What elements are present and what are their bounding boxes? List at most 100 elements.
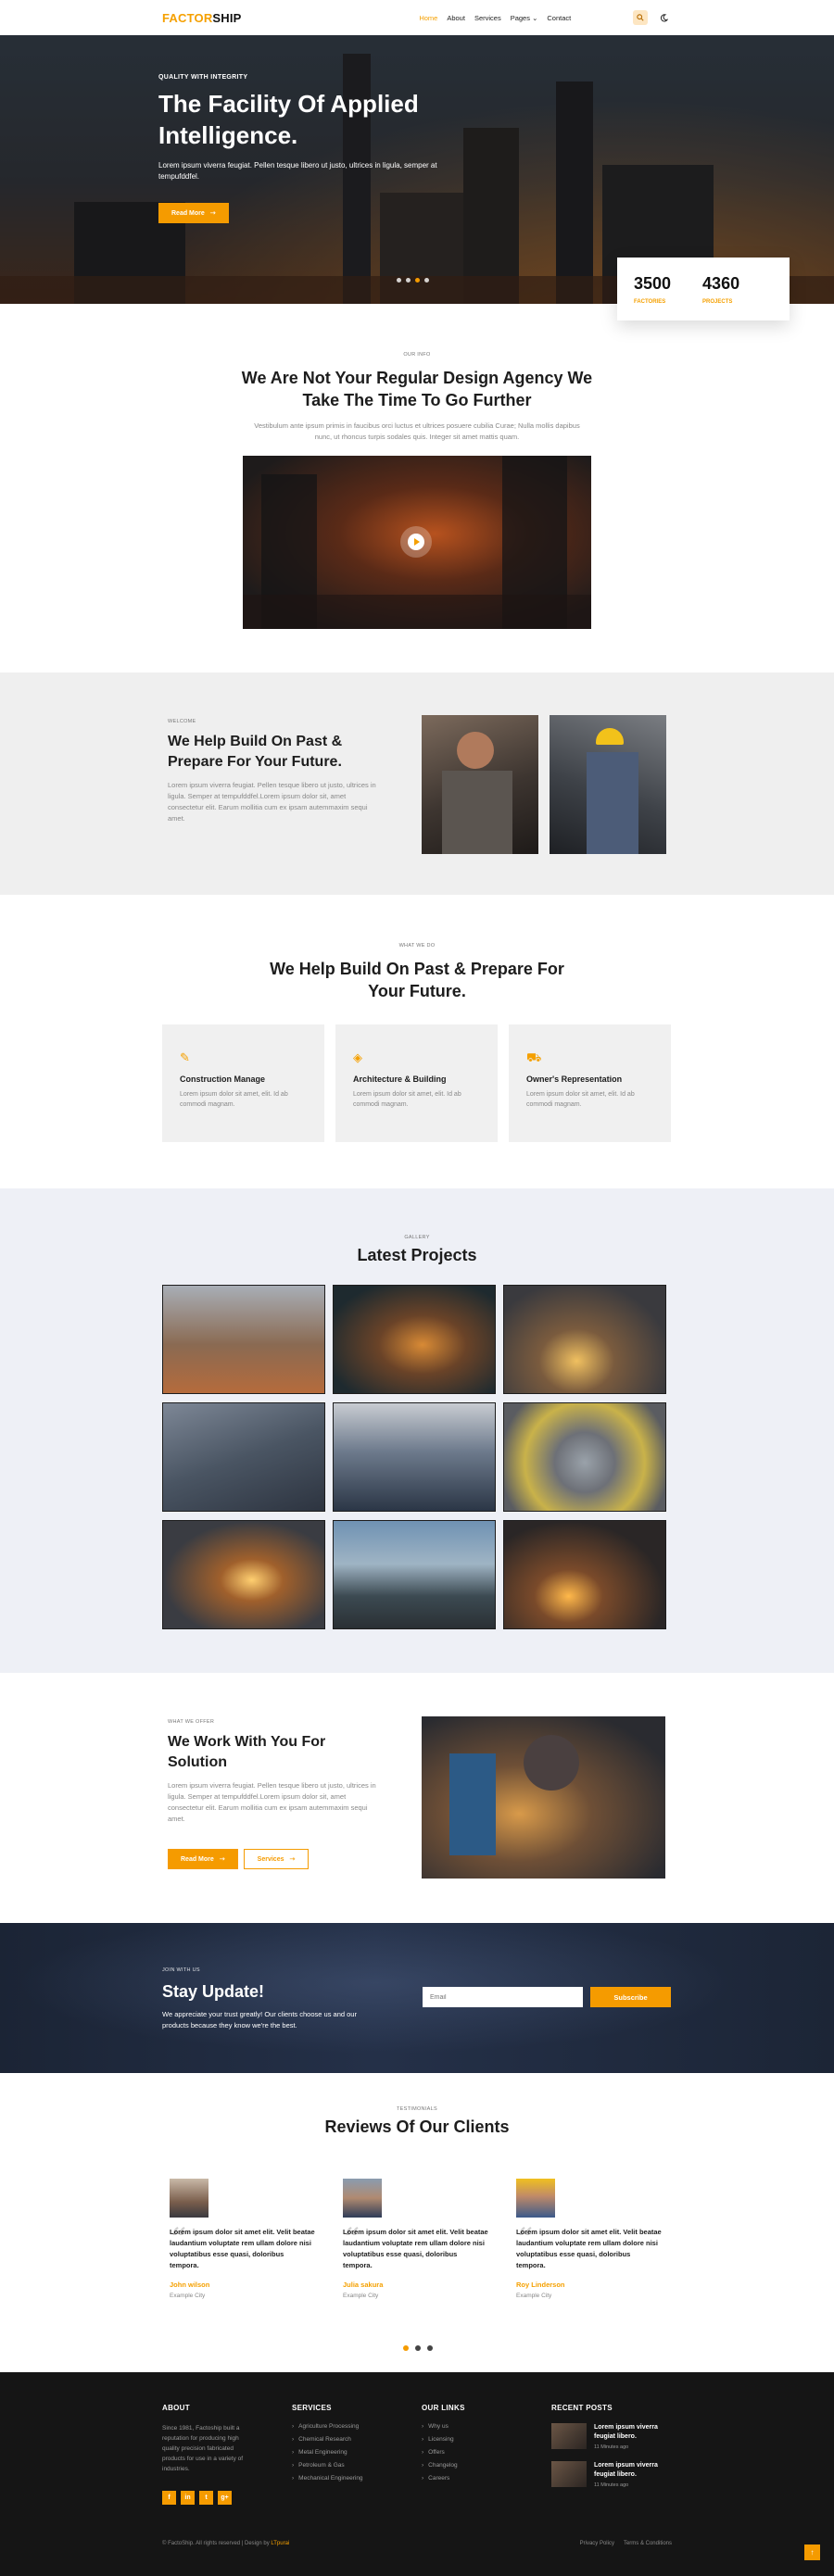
terms-link[interactable]: Terms & Conditions <box>624 2541 672 2546</box>
footer-service-link[interactable]: › Chemical Research <box>292 2436 422 2443</box>
linkedin-icon[interactable]: in <box>181 2491 195 2505</box>
search-button[interactable] <box>632 10 648 25</box>
offer-buttons: Read More ⇾ Services ⇾ <box>168 1849 381 1869</box>
slider-dot[interactable] <box>397 278 401 283</box>
footer-link-label: Changelog <box>428 2462 458 2469</box>
review-dot[interactable] <box>415 2345 421 2351</box>
footer-links-list: › Why us › Licensing › Offers › Changelog › C… <box>422 2423 551 2482</box>
copyright-author-link[interactable]: LTpurai <box>271 2541 289 2546</box>
services-title-line-2: Your Future. <box>368 982 466 1000</box>
gallery-image[interactable] <box>162 1520 325 1629</box>
nav-home[interactable]: Home <box>419 14 437 22</box>
chevron-right-icon: › <box>292 2462 295 2469</box>
reviews-list: “ Lorem ipsum dolor sit amet elit. Velit… <box>170 2179 662 2299</box>
footer-links: OUR LINKS › Why us › Licensing › Offers › Ch… <box>422 2404 551 2505</box>
gallery-image[interactable] <box>333 1285 496 1394</box>
reviews-kicker: TESTIMONIALS <box>397 2106 437 2112</box>
hero-read-more-button[interactable]: Read More ⇾ <box>158 203 229 223</box>
service-card-title: Owner's Representation <box>526 1074 623 1084</box>
hero-read-more-label: Read More <box>171 209 205 217</box>
footer-about-title: ABOUT <box>162 2404 190 2412</box>
twitter-icon[interactable]: t <box>199 2491 213 2505</box>
post-date: 11 Minutes ago <box>594 2444 629 2450</box>
post-title: Lorem ipsum viverra feugiat libero. <box>594 2462 658 2478</box>
privacy-policy-link[interactable]: Privacy Policy <box>580 2541 614 2546</box>
reviews-title: Reviews Of Our Clients <box>324 2117 510 2136</box>
post-thumbnail <box>551 2423 587 2449</box>
review-dot[interactable] <box>427 2345 433 2351</box>
stat-label: PROJECTS <box>702 299 733 305</box>
social-links: f in t g+ <box>162 2491 292 2505</box>
gallery-image[interactable] <box>162 1402 325 1512</box>
subscribe-button[interactable]: Subscribe <box>590 1987 671 2007</box>
newsletter-text: JOIN WITH US Stay Update! We appreciate … <box>162 1967 385 2031</box>
footer-service-link[interactable]: › Metal Engineering <box>292 2449 422 2456</box>
facebook-icon[interactable]: f <box>162 2491 176 2505</box>
welcome-title-line-1: We Help Build On Past & <box>168 734 343 749</box>
google-plus-icon[interactable]: g+ <box>218 2491 232 2505</box>
footer-services-list: › Agriculture Processing › Chemical Resear… <box>292 2423 422 2482</box>
gallery-image[interactable] <box>333 1402 496 1512</box>
recent-post[interactable]: Lorem ipsum viverra feugiat libero. 11 M… <box>551 2423 681 2450</box>
newsletter-title: Stay Update! <box>162 1982 265 2001</box>
gallery-section: GALLERY Latest Projects <box>0 1188 834 1673</box>
reviewer-city: Example City <box>516 2293 552 2299</box>
footer-link[interactable]: › Changelog <box>422 2462 551 2469</box>
service-card[interactable]: ⛟ Owner's Representation Lorem ipsum dol… <box>509 1024 671 1142</box>
footer-columns: ABOUT Since 1981, Factoship built a repu… <box>162 2404 681 2505</box>
footer-bottom: © FactoShip. All rights reserved | Desig… <box>162 2541 672 2546</box>
footer-service-link[interactable]: › Petroleum & Gas <box>292 2462 422 2469</box>
services-title-line-1: We Help Build On Past & Prepare For <box>270 960 564 978</box>
video-bg-shape <box>243 595 591 629</box>
chevron-right-icon: › <box>292 2475 295 2482</box>
slider-dot[interactable] <box>406 278 411 283</box>
footer-service-link[interactable]: › Mechanical Engineering <box>292 2475 422 2482</box>
review-quote: Lorem ipsum dolor sit amet elit. Velit b… <box>343 2228 488 2269</box>
play-button[interactable] <box>400 526 432 558</box>
video-thumbnail[interactable] <box>243 456 591 629</box>
theme-toggle-button[interactable] <box>657 10 672 25</box>
nav-services[interactable]: Services <box>474 14 501 22</box>
review-dot-active[interactable] <box>403 2345 409 2351</box>
footer-link[interactable]: › Why us <box>422 2423 551 2430</box>
slider-dot[interactable] <box>424 278 429 283</box>
email-input[interactable] <box>423 1987 583 2007</box>
about-title: We Are Not Your Regular Design Agency We… <box>0 367 834 411</box>
service-card[interactable]: ◈ Architecture & Building Lorem ipsum do… <box>335 1024 498 1142</box>
service-card-desc: Lorem ipsum dolor sit amet, elit. Id ab … <box>353 1091 461 1108</box>
gallery-image[interactable] <box>503 1520 666 1629</box>
hero-slider-dots <box>397 278 429 283</box>
nav-contact[interactable]: Contact <box>547 14 571 22</box>
gallery-image[interactable] <box>503 1285 666 1394</box>
footer-link[interactable]: › Licensing <box>422 2436 551 2443</box>
chevron-right-icon: › <box>422 2449 424 2456</box>
service-cards: ✎ Construction Manage Lorem ipsum dolor … <box>162 1024 671 1142</box>
back-to-top-button[interactable]: ↑ <box>804 2545 820 2560</box>
review-quote: Lorem ipsum dolor sit amet elit. Velit b… <box>170 2228 315 2269</box>
review-card: “ Lorem ipsum dolor sit amet elit. Velit… <box>516 2179 662 2299</box>
offer-services-button[interactable]: Services ⇾ <box>243 1849 310 1869</box>
footer-link[interactable]: › Careers <box>422 2475 551 2482</box>
slider-dot-active[interactable] <box>415 278 420 283</box>
gallery-image[interactable] <box>333 1520 496 1629</box>
logo[interactable]: FACTORSHIP <box>162 11 242 25</box>
footer-posts-title: RECENT POSTS <box>551 2404 613 2412</box>
nav-about[interactable]: About <box>447 14 465 22</box>
chevron-right-icon: › <box>422 2462 424 2469</box>
reviewer-name: John wilson <box>170 2281 210 2289</box>
footer-link[interactable]: › Offers <box>422 2449 551 2456</box>
stat-number: 4360 <box>702 274 740 293</box>
worker-photo <box>422 715 538 854</box>
gallery-image[interactable] <box>162 1285 325 1394</box>
footer-service-link[interactable]: › Agriculture Processing <box>292 2423 422 2430</box>
recent-post[interactable]: Lorem ipsum viverra feugiat libero. 11 M… <box>551 2461 681 2488</box>
footer-link-label: Petroleum & Gas <box>298 2462 345 2469</box>
service-card[interactable]: ✎ Construction Manage Lorem ipsum dolor … <box>162 1024 324 1142</box>
nav-pages[interactable]: Pages ⌄ <box>511 14 538 22</box>
chevron-right-icon: › <box>292 2436 295 2443</box>
hero-description: Lorem ipsum viverra feugiat. Pellen tesq… <box>158 161 437 181</box>
offer-section: WHAT WE OFFER We Work With You For Solut… <box>0 1673 834 1923</box>
offer-read-more-button[interactable]: Read More ⇾ <box>168 1849 238 1869</box>
gallery-kicker: GALLERY <box>404 1235 430 1240</box>
gallery-image[interactable] <box>503 1402 666 1512</box>
